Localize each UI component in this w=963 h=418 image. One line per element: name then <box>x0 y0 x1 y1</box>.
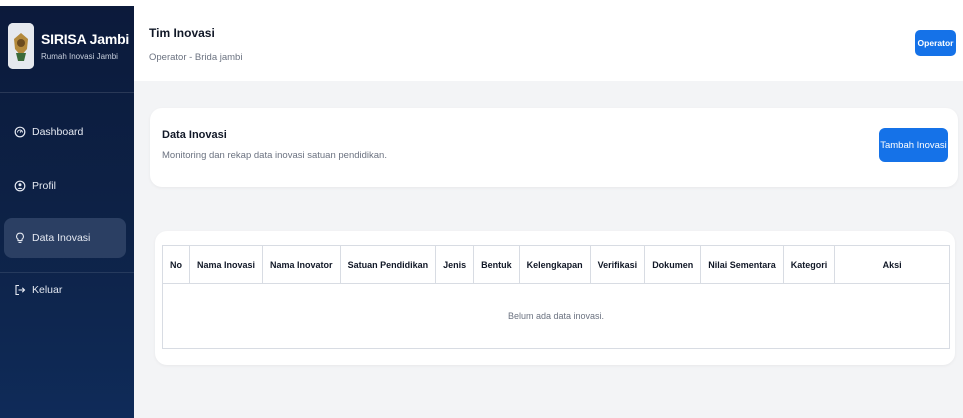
page-subtitle: Operator - Brida jambi <box>149 52 243 63</box>
column-header-bentuk: Bentuk <box>473 245 520 284</box>
section-subtitle: Monitoring dan rekap data inovasi satuan… <box>162 150 387 161</box>
column-header-aksi: Aksi <box>834 245 950 284</box>
column-header-nama-inovasi: Nama Inovasi <box>188 245 264 284</box>
table-card: No Nama Inovasi Nama Inovator Satuan Pen… <box>155 231 955 365</box>
column-header-nama-inovator: Nama Inovator <box>262 245 341 284</box>
logo <box>8 23 34 69</box>
info-card: Data Inovasi Monitoring dan rekap data i… <box>150 108 958 187</box>
column-header-satuan-pendidikan: Satuan Pendidikan <box>339 245 437 284</box>
add-innovation-button[interactable]: Tambah Inovasi <box>879 128 948 162</box>
table-row: Belum ada data inovasi. <box>162 283 950 349</box>
lightbulb-icon <box>14 232 26 244</box>
user-circle-icon <box>14 180 26 192</box>
page-header: Tim Inovasi Operator - Brida jambi Opera… <box>134 6 963 81</box>
sidebar: SIRISA Jambi Rumah Inovasi Jambi Dashboa… <box>0 6 134 418</box>
column-header-dokumen: Dokumen <box>644 245 702 284</box>
brand-subtitle: Rumah Inovasi Jambi <box>41 52 118 61</box>
column-header-nilai-sementara: Nilai Sementara <box>700 245 784 284</box>
column-header-verifikasi: Verifikasi <box>589 245 646 284</box>
brand: SIRISA Jambi Rumah Inovasi Jambi <box>0 6 134 93</box>
dashboard-icon <box>14 126 26 138</box>
sidebar-item-label: Keluar <box>32 284 63 296</box>
empty-state-message: Belum ada data inovasi. <box>162 283 950 349</box>
sidebar-item-keluar[interactable]: Keluar <box>4 270 126 310</box>
sidebar-item-data-inovasi[interactable]: Data Inovasi <box>4 218 126 258</box>
sidebar-item-dashboard[interactable]: Dashboard <box>4 112 126 152</box>
logout-icon <box>14 284 26 296</box>
sidebar-item-label: Profil <box>32 180 56 192</box>
innovation-table: No Nama Inovasi Nama Inovator Satuan Pen… <box>162 245 950 349</box>
column-header-jenis: Jenis <box>435 245 475 284</box>
page-title: Tim Inovasi <box>149 26 215 40</box>
column-header-no: No <box>162 245 190 284</box>
sidebar-item-label: Data Inovasi <box>32 232 91 244</box>
table-header-row: No Nama Inovasi Nama Inovator Satuan Pen… <box>162 245 950 284</box>
sidebar-item-label: Dashboard <box>32 126 84 138</box>
section-title: Data Inovasi <box>162 129 227 141</box>
column-header-kelengkapan: Kelengkapan <box>518 245 591 284</box>
sidebar-item-profil[interactable]: Profil <box>4 166 126 206</box>
brand-title: SIRISA Jambi <box>41 31 130 47</box>
operator-badge-button[interactable]: Operator <box>915 30 956 56</box>
column-header-kategori: Kategori <box>782 245 836 284</box>
